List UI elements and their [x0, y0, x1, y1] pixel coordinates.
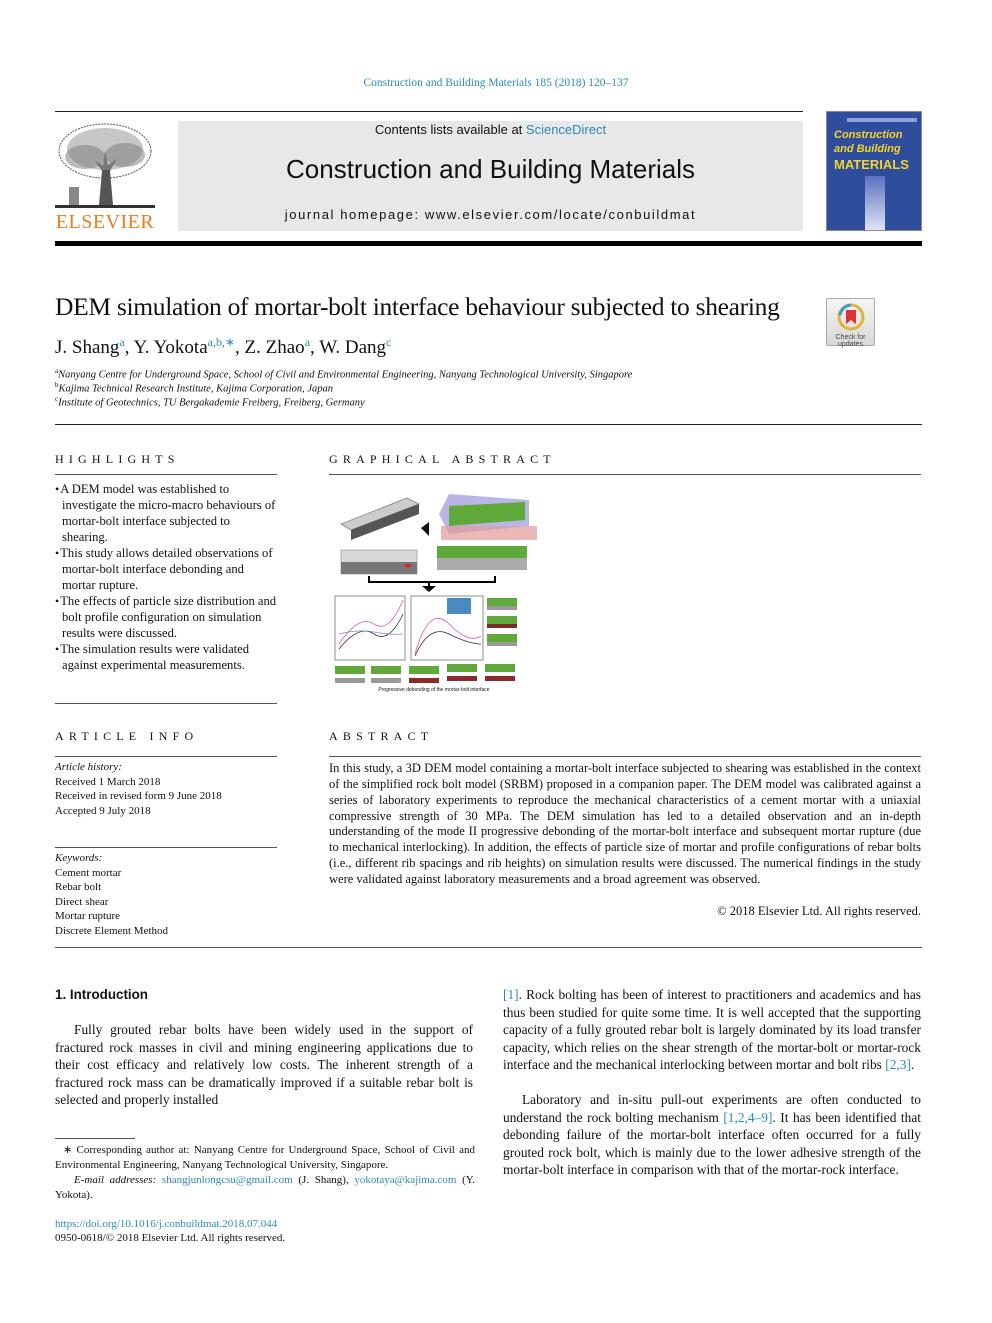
author-sup[interactable]: a [119, 335, 124, 349]
keywords: Keywords: Cement mortar Rebar bolt Direc… [55, 851, 277, 938]
keyword: Mortar rupture [55, 910, 121, 922]
keyword: Cement mortar [55, 866, 122, 879]
sciencedirect-link[interactable]: ScienceDirect [526, 122, 606, 137]
footnote-rule [55, 1138, 135, 1139]
affiliation: aNanyang Centre for Underground Space, S… [55, 367, 633, 381]
history-label: Article history: [55, 761, 122, 773]
journal-title: Construction and Building Materials [286, 154, 695, 184]
journal-cover[interactable]: Construction and Building MATERIALS [826, 111, 922, 231]
intro-paragraph: [1]. Rock bolting has been of interest t… [503, 987, 921, 1073]
homepage-url[interactable]: www.elsevier.com/locate/conbuildmat [425, 207, 696, 222]
abstract-heading: ABSTRACT [329, 729, 434, 743]
highlight-item: This study allows detailed observations … [55, 545, 277, 593]
journal-reference[interactable]: Construction and Building Materials 185 … [0, 77, 992, 89]
corresponding-author-note: ∗ Corresponding author at: Nanyang Centr… [55, 1144, 475, 1171]
cover-gradient [865, 176, 885, 230]
intro-paragraph: Fully grouted rebar bolts have been wide… [55, 1022, 473, 1108]
graphical-abstract-figure[interactable]: Progressive debonding of the mortar-bolt… [329, 484, 539, 696]
highlight-item: The simulation results were validated ag… [55, 641, 277, 673]
affiliation: cInstitute of Geotechnics, TU Bergakadem… [55, 395, 365, 409]
email-link[interactable]: yokotaya@kajima.com [354, 1174, 456, 1186]
elsevier-wordmark: ELSEVIER [55, 211, 155, 233]
keyword: Direct shear [55, 895, 109, 908]
keywords-label: Keywords: [55, 852, 103, 864]
check-updates-label: Check for updates [835, 334, 866, 348]
article-info-heading: ARTICLE INFO [55, 729, 199, 743]
abstract-copyright: © 2018 Elsevier Ltd. All rights reserved… [717, 904, 921, 918]
history-item: Received in revised form 9 June 2018 [55, 790, 222, 802]
author[interactable]: J. Shang [55, 337, 119, 358]
doi-link[interactable]: https://doi.org/10.1016/j.conbuildmat.20… [55, 1217, 277, 1232]
abstract-text: In this study, a 3D DEM model containing… [329, 761, 921, 886]
author-list: J. Shanga, Y. Yokotaa,b,∗, Z. Zhaoa, W. … [55, 335, 392, 358]
highlight-item: The effects of particle size distributio… [55, 593, 277, 641]
divider [55, 111, 803, 112]
divider [55, 947, 922, 948]
affiliation: bKajima Technical Research Institute, Ka… [55, 381, 334, 395]
graphical-abstract-image [334, 494, 537, 683]
highlight-item: A DEM model was established to investiga… [55, 481, 277, 545]
check-for-updates-button[interactable]: Check for updates [826, 298, 875, 348]
email-link[interactable]: shangjunlongcsu@gmail.com [162, 1174, 293, 1186]
section-heading: 1. Introduction [55, 987, 148, 1002]
citation-link[interactable]: [2,3] [885, 1057, 911, 1072]
author[interactable]: Y. Yokota [134, 337, 208, 358]
author-sup[interactable]: a,b,∗ [208, 335, 235, 349]
contents-line: Contents lists available at ScienceDirec… [178, 122, 803, 137]
history-item: Accepted 9 July 2018 [55, 804, 151, 817]
contents-prefix: Contents lists available at [374, 122, 526, 137]
highlights-list: A DEM model was established to investiga… [55, 481, 277, 673]
email-note: E-mail addresses: shangjunlongcsu@gmail.… [55, 1174, 476, 1201]
author-sup[interactable]: a [305, 335, 310, 349]
divider [55, 424, 922, 425]
divider [55, 703, 277, 704]
divider [329, 756, 921, 757]
citation-link[interactable]: [1,2,4–9] [723, 1110, 772, 1125]
homepage-prefix: journal homepage: [284, 207, 425, 222]
intro-paragraph: Laboratory and in-situ pull-out experime… [503, 1092, 921, 1178]
cover-title: Construction and Building [834, 129, 903, 155]
highlights-heading: HIGHLIGHTS [55, 452, 180, 466]
journal-homepage[interactable]: journal homepage: www.elsevier.com/locat… [178, 207, 803, 222]
divider [55, 847, 277, 848]
history-item: Received 1 March 2018 [55, 775, 161, 788]
divider [329, 474, 921, 475]
author[interactable]: W. Dang [319, 337, 386, 358]
author-sup[interactable]: c [386, 335, 391, 349]
check-updates-icon [837, 303, 864, 331]
divider [55, 756, 277, 757]
author[interactable]: Z. Zhao [245, 337, 305, 358]
article-history: Article history: Received 1 March 2018 R… [55, 760, 277, 818]
cover-stripe [847, 118, 917, 122]
keyword: Discrete Element Method [55, 924, 169, 937]
journal-banner: Contents lists available at ScienceDirec… [178, 121, 803, 231]
graphical-abstract-caption: Progressive debonding of the mortar-bolt… [378, 687, 490, 693]
issn-copyright: 0950-0618/© 2018 Elsevier Ltd. All right… [55, 1232, 286, 1244]
elsevier-tree-icon [55, 123, 155, 208]
article-title: DEM simulation of mortar-bolt interface … [55, 292, 780, 321]
citation-link[interactable]: [1] [503, 987, 519, 1002]
keyword: Rebar bolt [55, 881, 102, 893]
header-rule [55, 241, 922, 246]
divider [55, 474, 277, 475]
graphical-abstract-heading: GRAPHICAL ABSTRACT [329, 452, 556, 466]
cover-materials: MATERIALS [834, 157, 909, 172]
elsevier-logo[interactable]: ELSEVIER [55, 121, 155, 233]
